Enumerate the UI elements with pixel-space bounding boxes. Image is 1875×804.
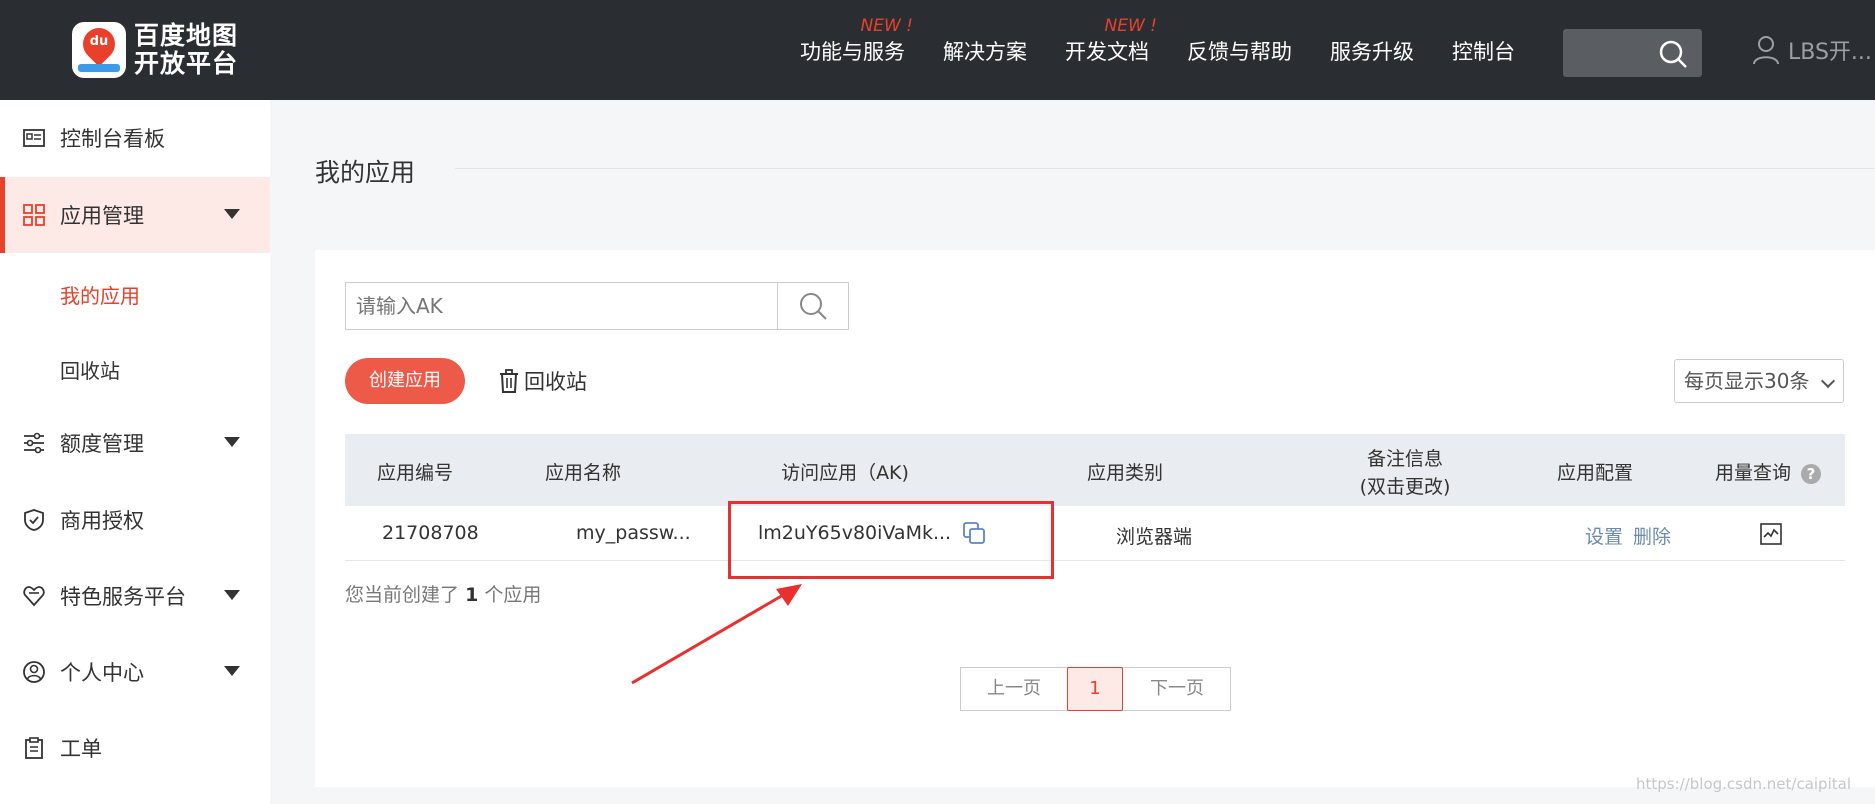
sidebar-subitem-my-apps[interactable]: 我的应用 (60, 280, 140, 309)
summary-suffix: 个应用 (484, 584, 542, 606)
ak-highlight-box (728, 501, 1054, 579)
shield-icon (24, 509, 44, 531)
nav-features[interactable]: 功能与服务 NEW ! (800, 16, 913, 66)
sidebar: 控制台看板 应用管理 我的应用 回收站 额度管理 商用授权 特色服务平台 个人中… (0, 100, 270, 804)
title-divider (455, 168, 1875, 169)
nav-docs[interactable]: 开发文档 NEW ! (1065, 16, 1157, 66)
table-row: 21708708 my_passw... lm2uY65v80iVaMk... … (345, 506, 1845, 561)
sidebar-item-label: 特色服务平台 (60, 585, 186, 609)
app-name: my_passw... (576, 522, 691, 544)
annotation-arrow-icon (631, 584, 802, 685)
nav-solutions[interactable]: 解决方案 (943, 36, 1027, 66)
header-search[interactable] (1563, 29, 1702, 77)
nav-upgrade[interactable]: 服务升级 (1330, 36, 1414, 66)
user-name: LBS开... (1788, 40, 1872, 65)
sidebar-item-label: 额度管理 (60, 432, 144, 456)
logo-line2: 开放平台 (134, 49, 239, 78)
sidebar-item-label: 商用授权 (60, 509, 144, 533)
sidebar-item-label: 控制台看板 (60, 127, 165, 151)
nav-label: 服务升级 (1330, 40, 1414, 64)
per-page-value: 每页显示30条 (1684, 369, 1810, 393)
column-app-name: 应用名称 (544, 462, 621, 484)
heart-icon (23, 586, 45, 607)
prev-page-button[interactable]: 上一页 (961, 668, 1067, 710)
table-header: 应用编号 应用名称 访问应用（AK) 应用类别 备注信息 (双击更改) 应用配置… (345, 434, 1845, 506)
page-title: 我的应用 (315, 158, 416, 187)
next-page-button[interactable]: 下一页 (1123, 668, 1231, 710)
new-badge: NEW ! (1104, 16, 1158, 36)
nav-feedback[interactable]: 反馈与帮助 (1187, 36, 1292, 66)
usage-chart-icon[interactable] (1759, 522, 1783, 546)
create-app-button[interactable]: 创建应用 (345, 358, 465, 404)
summary-prefix: 您当前创建了 (345, 584, 460, 606)
per-page-select[interactable]: 每页显示30条 (1674, 359, 1844, 403)
nav-label: 控制台 (1452, 40, 1515, 64)
logo-mark-icon: du (72, 21, 126, 78)
column-usage: 用量查询? (1715, 458, 1840, 485)
nav-label: 开发文档 (1065, 40, 1149, 64)
sidebar-item-commercial-license[interactable]: 商用授权 (0, 482, 270, 558)
sidebar-item-label: 应用管理 (60, 204, 144, 228)
summary-count: 1 (465, 584, 479, 606)
sidebar-item-app-management[interactable]: 应用管理 (0, 177, 270, 253)
logo-mark-text: du (89, 34, 109, 49)
search-icon[interactable] (1658, 39, 1688, 69)
nav-console[interactable]: 控制台 (1452, 36, 1515, 66)
sidebar-item-featured-services[interactable]: 特色服务平台 (0, 558, 270, 634)
sliders-icon (24, 432, 44, 454)
sidebar-item-label: 工单 (60, 737, 102, 761)
settings-link[interactable]: 设置 (1585, 522, 1623, 549)
current-page[interactable]: 1 (1067, 667, 1123, 711)
sidebar-item-quota[interactable]: 额度管理 (0, 405, 270, 481)
user-menu[interactable]: LBS开... (1752, 34, 1872, 66)
app-category: 浏览器端 (1116, 526, 1193, 548)
sidebar-item-work-order[interactable]: 工单 (0, 710, 270, 786)
column-usage-label: 用量查询 (1715, 462, 1792, 484)
nav-label: 解决方案 (943, 40, 1027, 64)
column-remark-hint: (双击更改) (1359, 476, 1451, 498)
trash-icon (500, 369, 518, 393)
delete-link[interactable]: 删除 (1633, 522, 1671, 549)
recycle-bin-label: 回收站 (524, 370, 587, 394)
new-badge: NEW ! (860, 16, 914, 36)
dashboard-icon (23, 129, 45, 147)
pagination: 上一页 1 下一页 (960, 667, 1231, 711)
chevron-down-icon (224, 437, 240, 447)
logo-line1: 百度地图 (134, 21, 239, 50)
column-app-id: 应用编号 (376, 462, 453, 484)
recycle-bin-link[interactable]: 回收站 (498, 366, 587, 396)
chevron-down-icon (224, 590, 240, 600)
grid-icon (23, 204, 45, 226)
ak-search-button[interactable] (777, 282, 849, 330)
help-icon[interactable]: ? (1801, 464, 1822, 484)
top-navbar: du 百度地图 开放平台 功能与服务 NEW ! 解决方案 开发文档 NEW !… (0, 0, 1875, 100)
logo-text: 百度地图 开放平台 (134, 22, 238, 78)
app-id: 21708708 (382, 522, 479, 544)
sidebar-item-dashboard[interactable]: 控制台看板 (0, 100, 270, 176)
column-app-config: 应用配置 (1556, 462, 1633, 484)
nav-label: 功能与服务 (800, 40, 905, 64)
user-circle-icon (23, 661, 45, 683)
watermark: https://blog.csdn.net/caipital (1636, 775, 1851, 793)
nav-label: 反馈与帮助 (1187, 40, 1292, 64)
active-accent-bar (0, 177, 5, 253)
sidebar-item-label: 个人中心 (60, 661, 144, 685)
chevron-down-icon (224, 209, 240, 219)
column-ak: 访问应用（AK) (781, 462, 909, 484)
user-icon (1753, 36, 1779, 65)
sidebar-subitem-recycle-bin[interactable]: 回收站 (60, 355, 120, 384)
ak-search-input[interactable] (345, 282, 777, 330)
search-icon (800, 293, 827, 320)
clipboard-icon (25, 737, 43, 759)
app-count-summary: 您当前创建了 1 个应用 (345, 580, 541, 607)
baidu-map-logo[interactable]: du 百度地图 开放平台 (72, 21, 238, 78)
column-remark: 备注信息 (1366, 448, 1443, 470)
main-nav: 功能与服务 NEW ! 解决方案 开发文档 NEW ! 反馈与帮助 服务升级 控… (800, 16, 1553, 66)
chevron-down-icon (224, 666, 240, 676)
column-app-category: 应用类别 (1086, 462, 1163, 484)
sidebar-item-personal-center[interactable]: 个人中心 (0, 634, 270, 710)
chevron-down-icon (1820, 373, 1836, 389)
